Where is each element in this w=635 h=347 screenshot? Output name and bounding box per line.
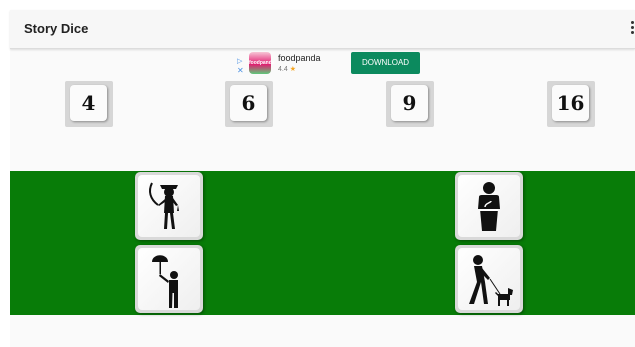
die-number-4[interactable]: 16 bbox=[547, 81, 595, 127]
ad-rating: 4.4 ★ bbox=[278, 65, 296, 73]
app-bar: Story Dice bbox=[10, 10, 635, 49]
man-walking-dog-icon bbox=[469, 255, 513, 306]
die-value: 4 bbox=[70, 85, 107, 121]
die-number-1[interactable]: 4 bbox=[65, 81, 113, 127]
story-image-panel-edge bbox=[332, 313, 635, 315]
ad-play-icon: ▷ bbox=[237, 58, 243, 65]
ad-close-icon[interactable]: ✕ bbox=[237, 67, 244, 75]
story-die-umbrella[interactable] bbox=[135, 245, 203, 313]
star-icon: ★ bbox=[289, 66, 296, 73]
ad-app-logo: foodpanda bbox=[249, 52, 275, 74]
pirate-with-sword-icon bbox=[149, 182, 179, 229]
die-value: 16 bbox=[552, 85, 589, 121]
story-die-speaker[interactable] bbox=[455, 172, 523, 240]
overflow-menu-icon[interactable] bbox=[629, 20, 635, 38]
app-title: Story Dice bbox=[24, 21, 89, 36]
ad-choices[interactable]: ▷ ✕ bbox=[235, 57, 245, 77]
ad-banner[interactable]: ▷ ✕ foodpanda foodpanda 4.4 ★ DOWNLOAD bbox=[235, 49, 460, 77]
app-frame: Story Dice ▷ ✕ foodpanda foodpanda 4.4 ★… bbox=[10, 10, 635, 347]
story-die-dog-walker[interactable] bbox=[455, 245, 523, 313]
die-value: 6 bbox=[230, 85, 267, 121]
die-number-2[interactable]: 6 bbox=[225, 81, 273, 127]
ad-app-name: foodpanda bbox=[278, 53, 321, 63]
story-image-panel bbox=[10, 171, 635, 315]
ad-rating-value: 4.4 bbox=[278, 66, 288, 73]
speaker-at-podium-icon bbox=[478, 182, 500, 231]
die-value: 9 bbox=[391, 85, 428, 121]
man-with-umbrella-icon bbox=[152, 255, 178, 308]
die-number-3[interactable]: 9 bbox=[386, 81, 434, 127]
ad-download-button[interactable]: DOWNLOAD bbox=[351, 52, 420, 74]
story-die-pirate[interactable] bbox=[135, 172, 203, 240]
